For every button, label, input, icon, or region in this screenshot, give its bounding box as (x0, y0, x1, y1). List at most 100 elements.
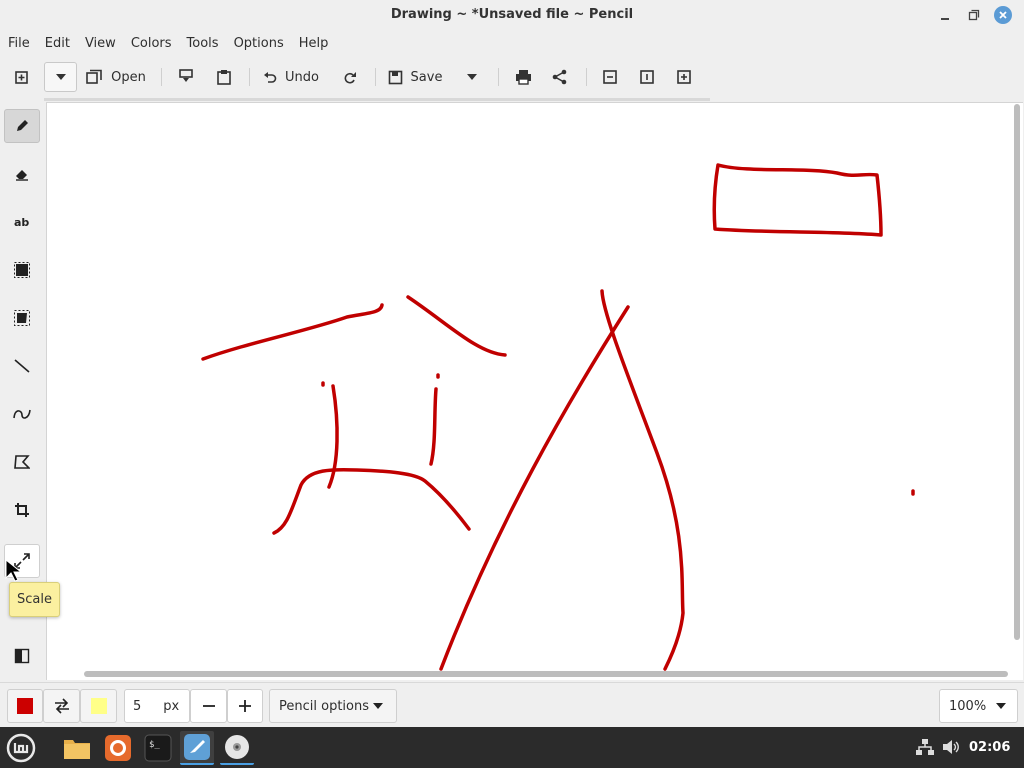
menu-options[interactable]: Options (234, 36, 284, 51)
tool-curve[interactable] (4, 397, 40, 431)
text-icon: ab (14, 216, 29, 229)
paste-button[interactable] (212, 62, 236, 92)
eraser-icon (16, 170, 28, 181)
toolbar-separator (375, 68, 376, 86)
horizontal-scrollbar[interactable] (84, 671, 1008, 677)
toolbar-separator (249, 68, 250, 86)
curve-icon (13, 409, 31, 419)
new-image-button[interactable] (8, 62, 36, 92)
window-title: Drawing ~ *Unsaved file ~ Pencil (390, 7, 634, 22)
tool-shape[interactable] (4, 445, 40, 479)
minimize-button[interactable] (934, 5, 956, 25)
drawing-canvas[interactable] (46, 102, 1023, 680)
folder-icon (64, 740, 90, 759)
open-button[interactable]: Open (84, 62, 148, 92)
menu-help[interactable]: Help (299, 36, 329, 51)
start-menu-button[interactable] (4, 731, 38, 765)
maximize-button[interactable] (963, 5, 985, 25)
taskbar-files[interactable] (60, 731, 94, 765)
new-menu-button[interactable] (44, 62, 77, 92)
secondary-color-button[interactable] (80, 689, 117, 723)
open-icon (86, 69, 102, 84)
zoom-original-button[interactable] (635, 62, 659, 92)
options-bar: 5 px Pencil options 100% (0, 682, 1024, 727)
zoom-out-button[interactable] (598, 62, 622, 92)
swap-icon (54, 698, 69, 714)
undo-button[interactable]: Undo (260, 62, 322, 92)
zoom-in-button[interactable] (672, 62, 696, 92)
chevron-down-icon (996, 703, 1006, 709)
main-color-swatch (17, 698, 33, 714)
tool-eraser[interactable] (4, 157, 40, 191)
tooltip: Scale (9, 582, 60, 617)
stroke-cross-right (600, 289, 685, 671)
save-label: Save (410, 69, 443, 85)
vertical-scrollbar[interactable] (1014, 104, 1020, 640)
stroke-cross-left (439, 305, 630, 671)
save-button[interactable]: Save (386, 62, 444, 92)
clock[interactable]: 02:06 (969, 740, 1010, 755)
crop-icon (15, 503, 29, 517)
import-button[interactable] (174, 62, 198, 92)
tool-crop[interactable] (4, 493, 40, 527)
save-menu-button[interactable] (460, 62, 484, 92)
stroke-right-diagonal (406, 295, 507, 357)
size-increase-button[interactable] (227, 689, 263, 723)
free-shape-icon (14, 455, 30, 469)
tool-free-select[interactable] (4, 301, 40, 335)
swap-colors-button[interactable] (43, 689, 80, 723)
zoom-menu[interactable]: 100% (939, 689, 1018, 723)
menu-file[interactable]: File (8, 36, 30, 51)
tool-rect-select[interactable] (4, 253, 40, 287)
main-toolbar: Open Undo Save (0, 58, 1024, 98)
minus-icon (202, 705, 215, 707)
menu-view[interactable]: View (85, 36, 116, 51)
undo-label: Undo (285, 69, 319, 85)
share-button[interactable] (548, 62, 572, 92)
tool-filters[interactable] (4, 639, 40, 673)
stroke-left-line (201, 303, 384, 361)
free-selection-icon (14, 310, 30, 326)
taskbar-terminal[interactable]: $_ (141, 731, 175, 765)
network-icon[interactable] (916, 739, 934, 755)
disc-icon (225, 735, 249, 759)
taskbar-disc[interactable] (220, 731, 254, 765)
tool-text[interactable]: ab (4, 205, 40, 239)
stroke-rectangle (712, 163, 883, 237)
close-button[interactable] (992, 5, 1014, 25)
taskbar-firefox[interactable] (101, 731, 135, 765)
terminal-icon: $_ (144, 734, 172, 762)
save-icon (388, 70, 402, 84)
volume-icon[interactable] (942, 739, 960, 755)
tool-options-label: Pencil options (279, 698, 369, 714)
redo-button[interactable] (338, 62, 362, 92)
menu-tools[interactable]: Tools (187, 36, 219, 51)
main-color-button[interactable] (7, 689, 43, 723)
size-unit: px (163, 698, 180, 714)
zoom-original-icon (640, 70, 654, 84)
zoom-label: 100% (949, 698, 987, 714)
size-decrease-button[interactable] (190, 689, 227, 723)
toolbar-separator (161, 68, 162, 86)
title-bar: Drawing ~ *Unsaved file ~ Pencil (0, 0, 1024, 30)
plus-icon (239, 700, 251, 712)
taskbar: $_ 02:06 (0, 727, 1024, 768)
undo-icon (264, 72, 277, 83)
menu-colors[interactable]: Colors (131, 36, 172, 51)
clipboard-icon (217, 70, 231, 85)
toolbar-separator (498, 68, 499, 86)
filters-icon (14, 648, 30, 664)
tool-line[interactable] (4, 349, 40, 383)
print-button[interactable] (511, 62, 535, 92)
line-icon (14, 359, 30, 373)
minimize-icon (941, 18, 949, 20)
restore-icon (968, 9, 980, 21)
share-icon (552, 69, 567, 85)
menu-edit[interactable]: Edit (45, 36, 70, 51)
tool-options-menu[interactable]: Pencil options (269, 689, 397, 723)
size-field[interactable]: 5 px (124, 689, 190, 723)
stroke-arc (272, 467, 471, 535)
taskbar-drawing[interactable] (180, 731, 214, 765)
new-image-icon (15, 71, 28, 84)
tool-pencil[interactable] (4, 109, 40, 143)
